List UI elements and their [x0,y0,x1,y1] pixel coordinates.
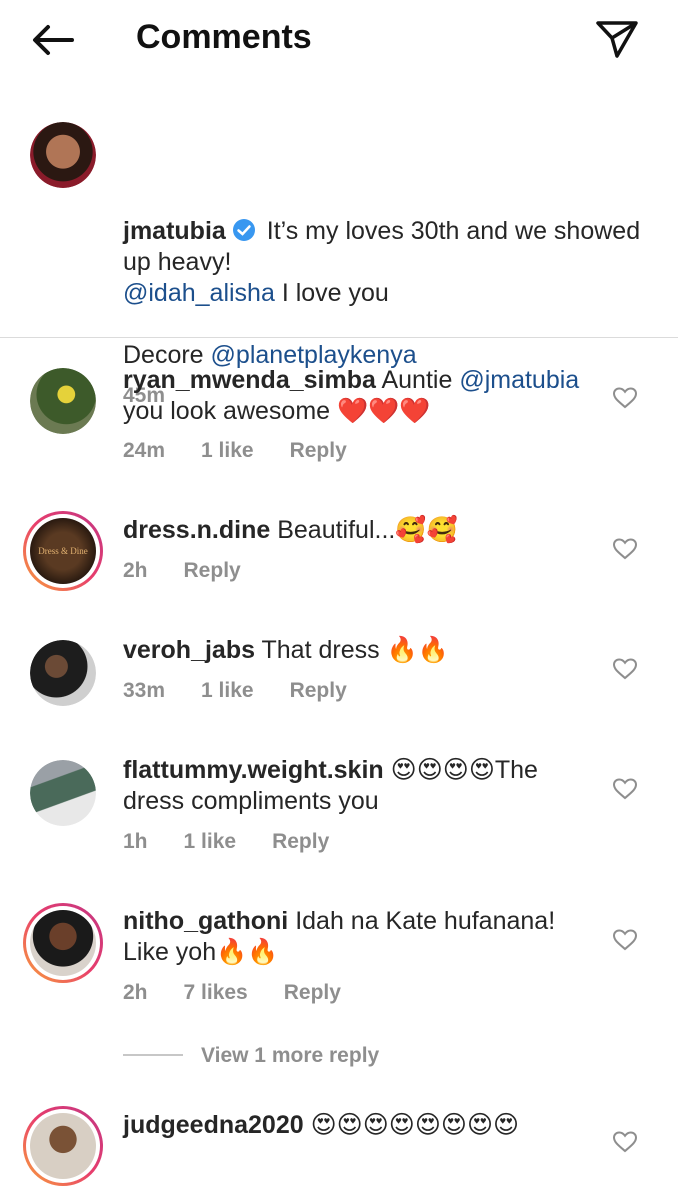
comment-likes[interactable]: 1 like [184,830,237,853]
comment-text: dress.n.dine Beautiful...🥰🥰 [123,515,603,546]
verified-badge-icon [232,219,255,241]
comment-username[interactable]: dress.n.dine [123,516,270,544]
avatar-image [30,910,96,976]
avatar-image [30,368,96,434]
comment-likes[interactable]: 1 like [201,679,254,702]
avatar-image [30,760,96,826]
comment-username[interactable]: nitho_gathoni [123,907,288,935]
avatar[interactable] [30,760,96,826]
comment-time: 24m [123,439,166,462]
comment-meta: 24m 1 like Reply [123,439,383,463]
heart-icon[interactable] [612,537,638,561]
avatar-image [30,122,96,188]
comment-meta: 2h 7 likes Reply [123,981,377,1005]
comment-likes[interactable]: 7 likes [184,981,248,1004]
comment-time: 2h [123,559,148,582]
avatar-image [30,640,96,706]
comment-likes[interactable]: 1 like [201,439,254,462]
comment-username[interactable]: veroh_jabs [123,636,255,664]
avatar[interactable] [30,368,96,434]
reply-button[interactable]: Reply [184,559,241,582]
comment-meta: 1h 1 like Reply [123,830,365,854]
comment-text: ryan_mwenda_simba Auntie @jmatubia you l… [123,365,603,427]
avatar[interactable]: Dress & Dine [23,511,103,591]
comment-body: Auntie [375,366,460,394]
post-caption: jmatubia It’s my loves 30th and we showe… [0,96,678,407]
heart-icon[interactable] [612,1130,638,1154]
avatar[interactable] [30,640,96,706]
comment-text: nitho_gathoni Idah na Kate hufanana! Lik… [123,906,603,968]
avatar-image: Dress & Dine [30,518,96,584]
comment-time: 1h [123,830,148,853]
heart-icon[interactable] [612,386,638,410]
view-more-label: View 1 more reply [201,1044,380,1067]
arrow-left-icon[interactable] [28,20,76,60]
comment-text: flattummy.weight.skin 😍😍😍😍The dress comp… [123,755,603,817]
header-bar: Comments [0,0,678,84]
comment-text: veroh_jabs That dress 🔥🔥 [123,635,603,666]
caption-username[interactable]: jmatubia [123,217,226,245]
reply-button[interactable]: Reply [272,830,329,853]
reply-button[interactable]: Reply [290,439,347,462]
reply-divider-line [123,1054,183,1056]
heart-icon[interactable] [612,777,638,801]
avatar[interactable] [23,1106,103,1186]
paper-plane-icon[interactable] [594,18,640,60]
heart-icon[interactable] [612,928,638,952]
avatar-image [30,1113,96,1179]
comment-meta: 2h Reply [123,559,277,583]
comment-body: you look awesome ❤️❤️❤️ [123,397,431,425]
avatar-logo-text: Dress & Dine [38,546,88,556]
caption-text: jmatubia It’s my loves 30th and we showe… [123,216,643,371]
comment-body: Beautiful...🥰🥰 [270,516,458,544]
avatar[interactable] [23,903,103,983]
comment-username[interactable]: ryan_mwenda_simba [123,366,376,394]
page-title: Comments [136,18,312,56]
comment-body: 😍😍😍😍😍😍😍😍 [303,1111,520,1139]
comment-username[interactable]: flattummy.weight.skin [123,756,384,784]
comment-meta: 33m 1 like Reply [123,679,383,703]
divider [0,337,678,338]
comment-body: That dress 🔥🔥 [255,636,449,664]
comment-mention[interactable]: @jmatubia [459,366,579,394]
avatar[interactable] [30,122,96,188]
view-more-replies-button[interactable]: View 1 more reply [123,1044,379,1068]
caption-line-2: I love you [274,279,389,307]
comment-text: judgeedna2020 😍😍😍😍😍😍😍😍 [123,1110,603,1141]
comment-username[interactable]: judgeedna2020 [123,1111,304,1139]
comment-time: 2h [123,981,148,1004]
reply-button[interactable]: Reply [284,981,341,1004]
heart-icon[interactable] [612,657,638,681]
caption-mention-1[interactable]: @idah_alisha [123,279,275,307]
reply-button[interactable]: Reply [290,679,347,702]
comment-time: 33m [123,679,166,702]
